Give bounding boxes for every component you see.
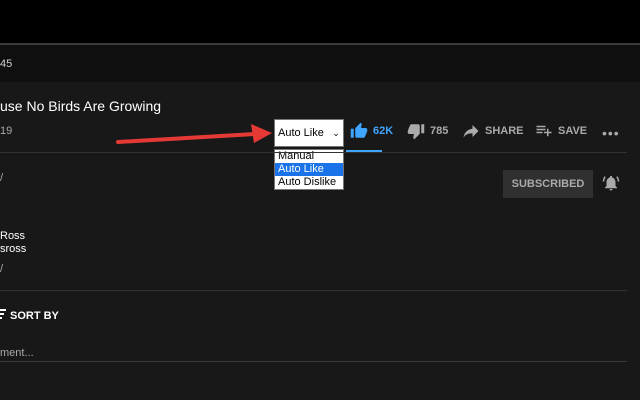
- dislike-count: 785: [430, 125, 449, 137]
- more-icon[interactable]: •••: [602, 125, 620, 141]
- mode-dropdown-list[interactable]: Manual Auto Like Auto Dislike: [274, 149, 344, 190]
- chevron-down-icon: ⌄: [332, 127, 340, 138]
- description-line: Ross: [0, 230, 26, 242]
- share-icon: [463, 125, 479, 138]
- description-line: sross: [0, 243, 27, 255]
- bell-icon[interactable]: [602, 174, 620, 192]
- like-button[interactable]: 62K: [350, 122, 393, 140]
- time-fragment: 45: [0, 58, 13, 70]
- thumbs-up-icon: [350, 122, 368, 138]
- mode-select[interactable]: Auto Like ⌄: [274, 119, 344, 147]
- mode-select-value: Auto Like: [278, 127, 324, 139]
- top-black-bar: [0, 0, 640, 43]
- player-strip: [0, 45, 640, 82]
- like-count: 62K: [373, 125, 394, 137]
- channel-fragment: /: [0, 172, 4, 184]
- playlist-add-icon: [536, 125, 552, 137]
- mode-option-auto-dislike[interactable]: Auto Dislike: [275, 176, 343, 189]
- annotation-arrow: [116, 124, 272, 144]
- share-label: SHARE: [485, 125, 524, 137]
- dislike-button[interactable]: 785: [407, 122, 448, 140]
- save-label: SAVE: [558, 125, 588, 137]
- divider: [0, 152, 627, 153]
- thumbs-down-icon: [407, 124, 425, 140]
- description-line: /: [0, 263, 4, 275]
- video-title: use No Birds Are Growing: [0, 98, 162, 114]
- share-button[interactable]: SHARE: [462, 122, 524, 140]
- video-date: 19: [0, 125, 13, 137]
- subscribed-button[interactable]: SUBSCRIBED: [503, 170, 593, 198]
- sort-by-button[interactable]: SORT BY: [10, 310, 59, 322]
- sort-icon[interactable]: [0, 308, 8, 320]
- mode-option-auto-like[interactable]: Auto Like: [275, 163, 343, 176]
- divider: [0, 290, 627, 291]
- comment-input[interactable]: [0, 345, 627, 362]
- save-button[interactable]: SAVE: [535, 122, 587, 140]
